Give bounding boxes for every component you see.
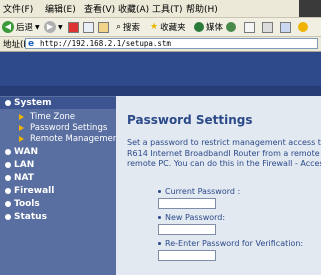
reenter-password-input[interactable] [158,250,216,261]
back-arrow-icon: ◀ [2,21,14,33]
sidebar-item-nat[interactable]: NAT [5,173,34,183]
sidebar-subitem-remote-management[interactable]: Remote Management [19,134,122,144]
description-text: Set a password to restrict management ac… [127,138,321,170]
bullet-icon [158,242,161,245]
arrow-right-icon [19,125,24,131]
current-password-label: Current Password : [158,187,240,196]
new-password-input[interactable] [158,224,216,235]
bullet-icon [5,149,11,155]
stop-button[interactable] [68,20,79,34]
media-icon [194,22,204,32]
ie-page-icon: e [28,39,35,49]
bullet-icon [5,175,11,181]
toolbar: ◀ 后退 ▼ ▶ ▼ ⌕ 搜索 ★ 收藏夹 媒体 [0,18,321,37]
bullet-icon [5,188,11,194]
menu-help[interactable]: 帮助(H) [186,2,218,15]
mail-icon [244,21,255,33]
chevron-down-icon: ▼ [58,23,63,31]
description-line: Set a password to restrict management ac… [127,138,321,147]
arrow-right-icon [19,114,24,120]
home-icon [98,21,109,33]
menu-edit[interactable]: 编辑(E) [45,2,76,15]
print-icon [262,21,273,33]
print-button[interactable] [262,20,273,34]
menu-tools[interactable]: 工具(T) [152,2,183,15]
bullet-icon [158,190,161,193]
stop-icon [68,21,79,33]
menu-view[interactable]: 查看(V) [84,2,115,15]
refresh-icon [83,21,94,33]
bullet-icon [5,162,11,168]
history-button[interactable] [226,20,236,34]
menu-file[interactable]: 文件(F) [3,2,33,15]
messenger-icon [298,22,308,32]
media-button[interactable]: 媒体 [194,20,223,34]
main-content: Password Settings Set a password to rest… [116,96,321,275]
menu-favorites[interactable]: 收藏(A) [118,2,149,15]
address-url: http://192.168.2.1/setupa.stm [40,39,171,48]
bullet-icon [5,214,11,220]
edit-icon [280,21,291,33]
sidebar-item-lan[interactable]: LAN [5,160,34,170]
current-password-input[interactable] [158,198,216,209]
messenger-button[interactable] [298,20,308,34]
forward-arrow-icon: ▶ [44,21,56,33]
address-input[interactable]: e http://192.168.2.1/setupa.stm [25,38,318,49]
sidebar-item-status[interactable]: Status [5,212,47,222]
favorites-button[interactable]: ★ 收藏夹 [150,20,186,34]
chevron-down-icon: ▼ [35,23,40,31]
back-button[interactable]: ◀ 后退 ▼ [2,20,40,34]
mail-button[interactable] [244,20,255,34]
new-password-label: New Password: [158,213,225,222]
sidebar-item-firewall[interactable]: Firewall [5,186,54,196]
description-line: remote PC. You can do this in the Firewa… [127,159,321,168]
refresh-button[interactable] [83,20,94,34]
home-button[interactable] [98,20,109,34]
sidebar-subitem-time-zone[interactable]: Time Zone [19,112,75,122]
address-bar: 地址(D) e http://192.168.2.1/setupa.stm [0,37,321,52]
search-button[interactable]: ⌕ 搜索 [116,20,140,34]
menu-bar: 文件(F) 编辑(E) 查看(V) 收藏(A) 工具(T) 帮助(H) [0,0,321,18]
sidebar-subitem-password-settings[interactable]: Password Settings [19,123,107,133]
history-icon [226,22,236,32]
sidebar: System Time Zone Password Settings Remot… [0,96,122,275]
reenter-password-label: Re-Enter Password for Verification: [158,239,303,248]
edit-button[interactable] [280,20,291,34]
star-icon: ★ [150,22,159,32]
bullet-icon [158,216,161,219]
bullet-icon [5,100,11,106]
search-icon: ⌕ [116,22,122,32]
bullet-icon [5,201,11,207]
sidebar-item-system[interactable]: System [0,97,116,109]
description-line: R614 Internet BroadbandI Router from a r… [127,148,321,158]
page-title: Password Settings [127,113,253,127]
sidebar-item-wan[interactable]: WAN [5,147,38,157]
sidebar-item-tools[interactable]: Tools [5,199,40,209]
forward-button[interactable]: ▶ ▼ [44,20,63,34]
header-strip [0,86,321,96]
windows-logo-icon [299,0,321,17]
arrow-right-icon [19,136,24,142]
